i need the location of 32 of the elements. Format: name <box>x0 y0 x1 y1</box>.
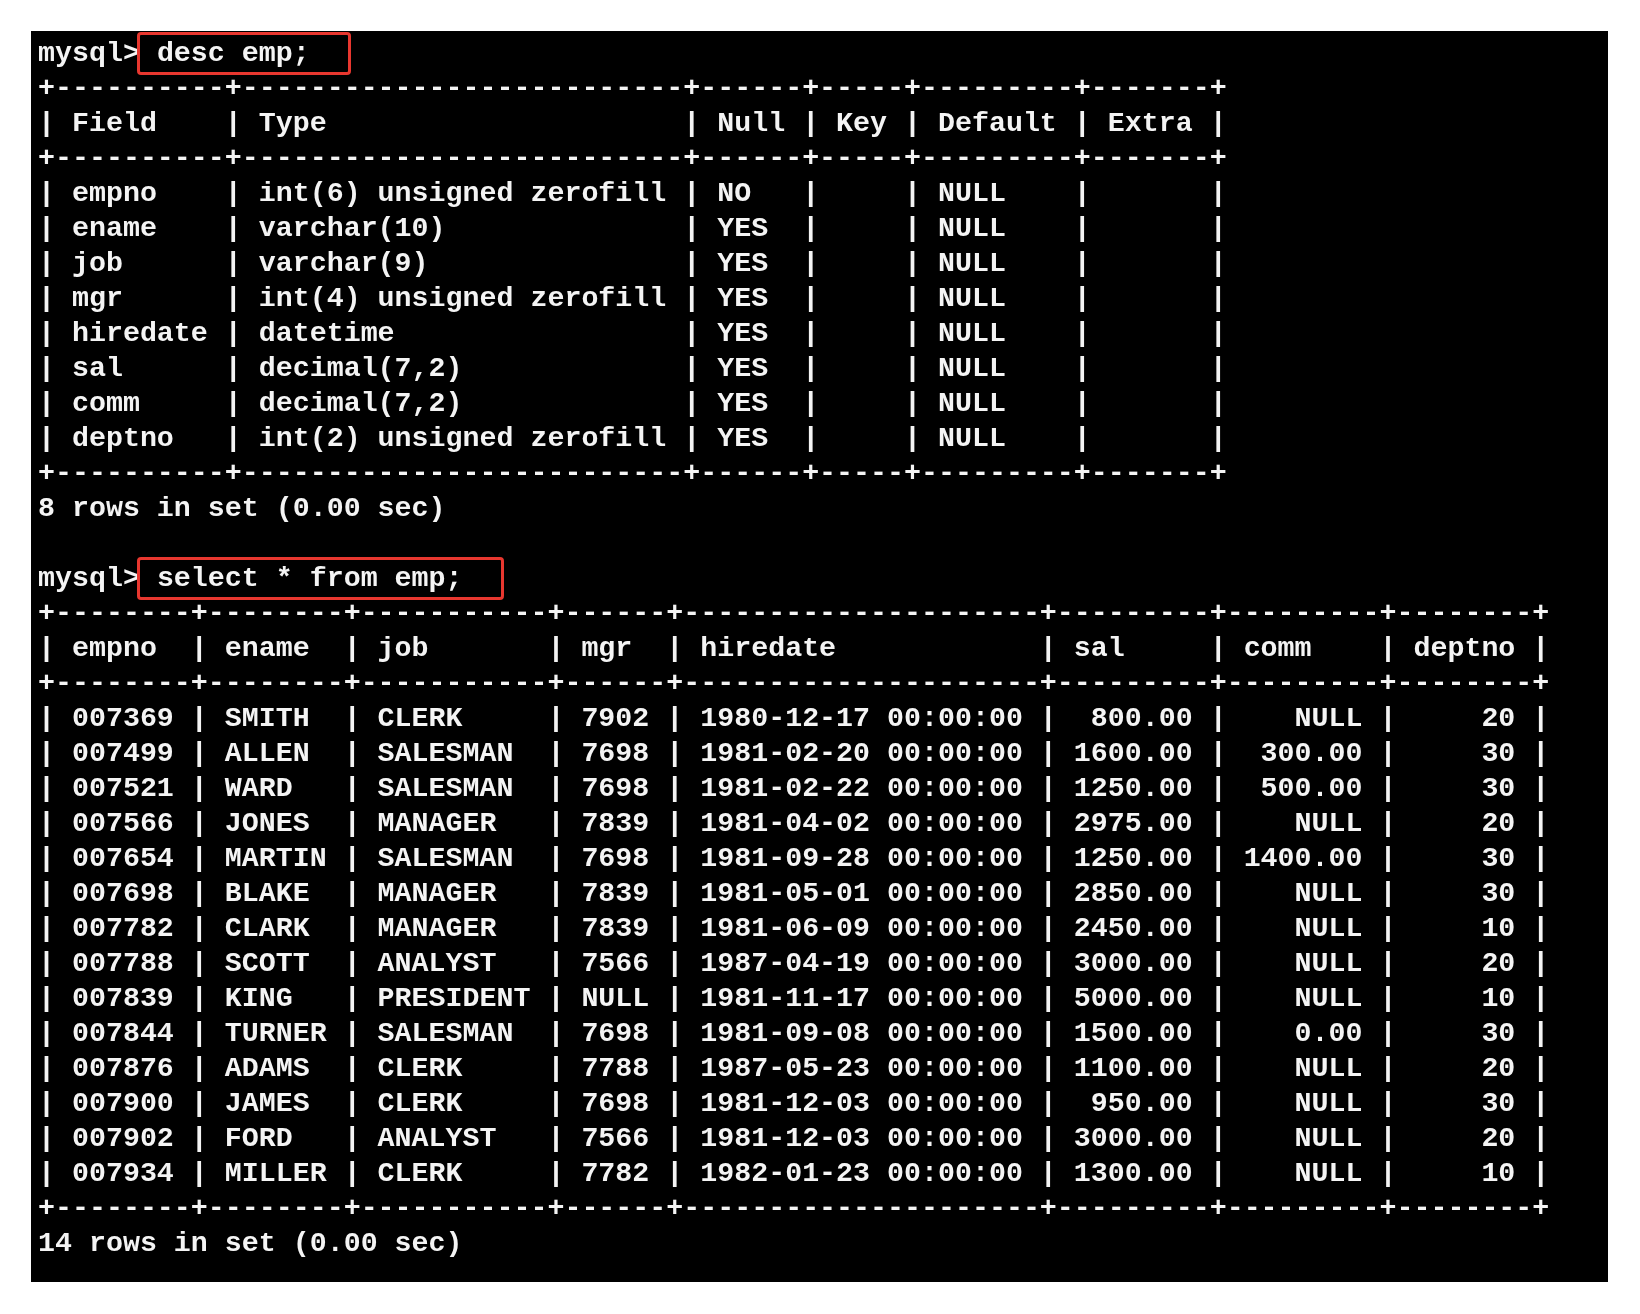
table-row: | 007521 | WARD | SALESMAN | 7698 | 1981-02-22 00:00:00 | 1250.00 | 500.00 | 30 | <box>38 771 1550 806</box>
table-header-row: | Field | Type | Null | Key | Default | Extra | <box>38 106 1227 141</box>
table-row: | comm | decimal(7,2) | YES | | NULL | | <box>38 386 1227 421</box>
table-row: | deptno | int(2) unsigned zerofill | YES | | NULL | | <box>38 421 1227 456</box>
table-row: | 007876 | ADAMS | CLERK | 7788 | 1987-05-23 00:00:00 | 1100.00 | NULL | 20 | <box>38 1051 1550 1086</box>
table-row: | job | varchar(9) | YES | | NULL | | <box>38 246 1227 281</box>
table-header-row: | empno | ename | job | mgr | hiredate | sal | comm | deptno | <box>38 631 1550 666</box>
table-row: | 007934 | MILLER | CLERK | 7782 | 1982-01-23 00:00:00 | 1300.00 | NULL | 10 | <box>38 1156 1550 1191</box>
table-row: | 007839 | KING | PRESIDENT | NULL | 1981-11-17 00:00:00 | 5000.00 | NULL | 10 | <box>38 981 1550 1016</box>
table-row: | 007900 | JAMES | CLERK | 7698 | 1981-12-03 00:00:00 | 950.00 | NULL | 30 | <box>38 1086 1550 1121</box>
table-row: | 007902 | FORD | ANALYST | 7566 | 1981-12-03 00:00:00 | 3000.00 | NULL | 20 | <box>38 1121 1550 1156</box>
table-border: +--------+--------+-----------+------+---------------------+---------+---------+--------+ <box>38 1191 1550 1226</box>
table-row: | 007698 | BLAKE | MANAGER | 7839 | 1981-05-01 00:00:00 | 2850.00 | NULL | 30 | <box>38 876 1550 911</box>
table-border: +----------+--------------------------+------+-----+---------+-------+ <box>38 141 1227 176</box>
command-text: select * from emp; <box>136 557 504 600</box>
table-border: +----------+--------------------------+------+-----+---------+-------+ <box>38 456 1227 491</box>
table-row: | 007369 | SMITH | CLERK | 7902 | 1980-12-17 00:00:00 | 800.00 | NULL | 20 | <box>38 701 1550 736</box>
command-text: desc emp; <box>136 32 351 75</box>
table-border: +--------+--------+-----------+------+---------------------+---------+---------+--------+ <box>38 666 1550 701</box>
table-row: | mgr | int(4) unsigned zerofill | YES | | NULL | | <box>38 281 1227 316</box>
status-text: 8 rows in set (0.00 sec) <box>38 491 446 526</box>
table-row: | hiredate | datetime | YES | | NULL | | <box>38 316 1227 351</box>
table-row: | ename | varchar(10) | YES | | NULL | | <box>38 211 1227 246</box>
table-row: | 007782 | CLARK | MANAGER | 7839 | 1981-06-09 00:00:00 | 2450.00 | NULL | 10 | <box>38 911 1550 946</box>
table-row: | sal | decimal(7,2) | YES | | NULL | | <box>38 351 1227 386</box>
table-row: | 007654 | MARTIN | SALESMAN | 7698 | 1981-09-28 00:00:00 | 1250.00 | 1400.00 | 30 | <box>38 841 1550 876</box>
table-row: | 007844 | TURNER | SALESMAN | 7698 | 1981-09-08 00:00:00 | 1500.00 | 0.00 | 30 | <box>38 1016 1550 1051</box>
table-row: | 007788 | SCOTT | ANALYST | 7566 | 1987-04-19 00:00:00 | 3000.00 | NULL | 20 | <box>38 946 1550 981</box>
table-row: | 007566 | JONES | MANAGER | 7839 | 1981-04-02 00:00:00 | 2975.00 | NULL | 20 | <box>38 806 1550 841</box>
status-text: 14 rows in set (0.00 sec) <box>38 1226 463 1261</box>
table-row: | empno | int(6) unsigned zerofill | NO | | NULL | | <box>38 176 1227 211</box>
table-row: | 007499 | ALLEN | SALESMAN | 7698 | 1981-02-20 00:00:00 | 1600.00 | 300.00 | 30 | <box>38 736 1550 771</box>
